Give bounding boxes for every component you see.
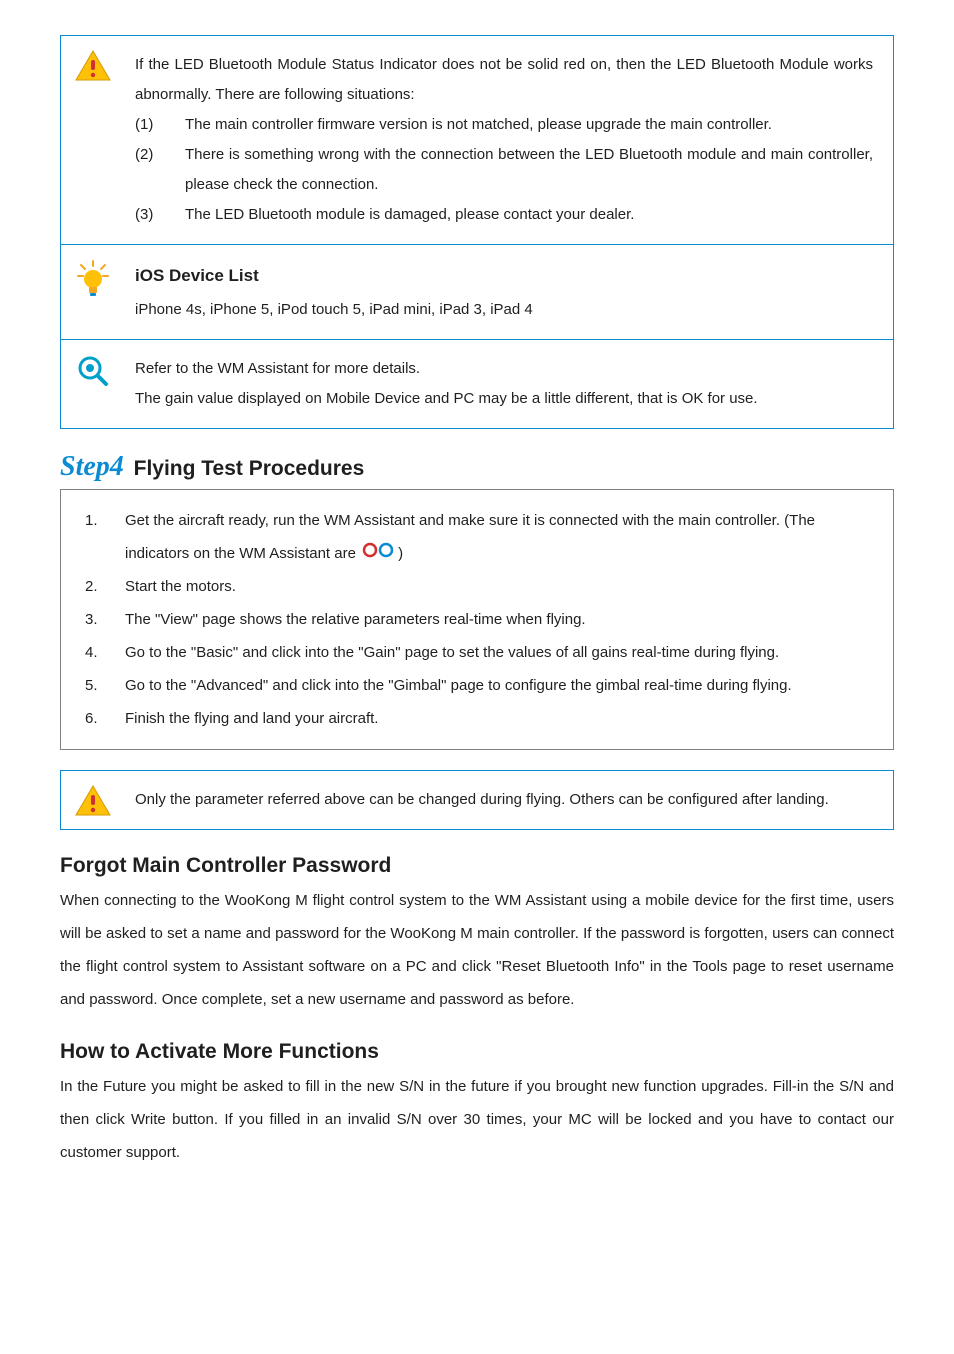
step-label: Step4 [60, 451, 124, 482]
reference-row: Refer to the WM Assistant for more detai… [61, 339, 893, 428]
reference-icon [61, 340, 125, 388]
ios-heading: iOS Device List [135, 259, 873, 293]
procedure-text: Start the motors. [125, 570, 873, 603]
procedure-num: 3. [85, 603, 125, 636]
procedure-item: 4. Go to the "Basic" and click into the … [85, 636, 873, 669]
procedure-item: 5. Go to the "Advanced" and click into t… [85, 669, 873, 702]
note-row: Only the parameter referred above can be… [61, 771, 893, 829]
procedure-num: 5. [85, 669, 125, 702]
tip-row: iOS Device List iPhone 4s, iPhone 5, iPo… [61, 244, 893, 339]
situation-num: (3) [135, 200, 185, 230]
tip-content: iOS Device List iPhone 4s, iPhone 5, iPo… [125, 245, 893, 339]
situation-item: (1) The main controller firmware version… [135, 110, 873, 140]
procedure-num: 4. [85, 636, 125, 669]
reference-line-2: The gain value displayed on Mobile Devic… [135, 384, 873, 414]
indicator-icons [360, 542, 398, 558]
warning-content: If the LED Bluetooth Module Status Indic… [125, 36, 893, 244]
forgot-heading: Forgot Main Controller Password [60, 854, 894, 878]
step4-heading: Step4 Flying Test Procedures [60, 451, 894, 483]
reference-content: Refer to the WM Assistant for more detai… [125, 340, 893, 428]
procedure-text: The "View" page shows the relative param… [125, 603, 873, 636]
warning-icon [61, 771, 125, 817]
situation-item: (3) The LED Bluetooth module is damaged,… [135, 200, 873, 230]
procedure-box: 1. Get the aircraft ready, run the WM As… [60, 489, 894, 750]
procedure-item: 3. The "View" page shows the relative pa… [85, 603, 873, 636]
situation-text: There is something wrong with the connec… [185, 140, 873, 200]
procedure-item: 2. Start the motors. [85, 570, 873, 603]
procedure-text: Finish the flying and land your aircraft… [125, 702, 873, 735]
procedure-item: 6. Finish the flying and land your aircr… [85, 702, 873, 735]
situation-num: (2) [135, 140, 185, 170]
procedure-num: 6. [85, 702, 125, 735]
document-page: If the LED Bluetooth Module Status Indic… [0, 0, 954, 1354]
situation-item: (2) There is something wrong with the co… [135, 140, 873, 200]
reference-line-1: Refer to the WM Assistant for more detai… [135, 354, 873, 384]
warning-intro: If the LED Bluetooth Module Status Indic… [135, 50, 873, 110]
procedure-num: 2. [85, 570, 125, 603]
situation-text: The LED Bluetooth module is damaged, ple… [185, 200, 873, 230]
info-panel: If the LED Bluetooth Module Status Indic… [60, 35, 894, 429]
activate-heading: How to Activate More Functions [60, 1040, 894, 1064]
situation-list: (1) The main controller firmware version… [135, 110, 873, 230]
procedure-item: 1. Get the aircraft ready, run the WM As… [85, 504, 873, 570]
situation-num: (1) [135, 110, 185, 140]
procedure-1-post: ) [398, 545, 403, 562]
procedure-text: Get the aircraft ready, run the WM Assis… [125, 504, 873, 570]
ios-devices: iPhone 4s, iPhone 5, iPod touch 5, iPad … [135, 295, 873, 325]
activate-body: In the Future you might be asked to fill… [60, 1070, 894, 1169]
step-title-rest: Flying Test Procedures [128, 457, 365, 480]
note-panel: Only the parameter referred above can be… [60, 770, 894, 830]
situation-text: The main controller firmware version is … [185, 110, 873, 140]
note-text: Only the parameter referred above can be… [125, 771, 893, 829]
forgot-body: When connecting to the WooKong M flight … [60, 884, 894, 1016]
procedure-num: 1. [85, 504, 125, 537]
procedure-text: Go to the "Advanced" and click into the … [125, 669, 873, 702]
procedure-1-pre: Get the aircraft ready, run the WM Assis… [125, 512, 815, 562]
procedure-text: Go to the "Basic" and click into the "Ga… [125, 636, 873, 669]
warning-icon [61, 36, 125, 82]
bulb-icon [61, 245, 125, 299]
warning-row: If the LED Bluetooth Module Status Indic… [61, 36, 893, 244]
